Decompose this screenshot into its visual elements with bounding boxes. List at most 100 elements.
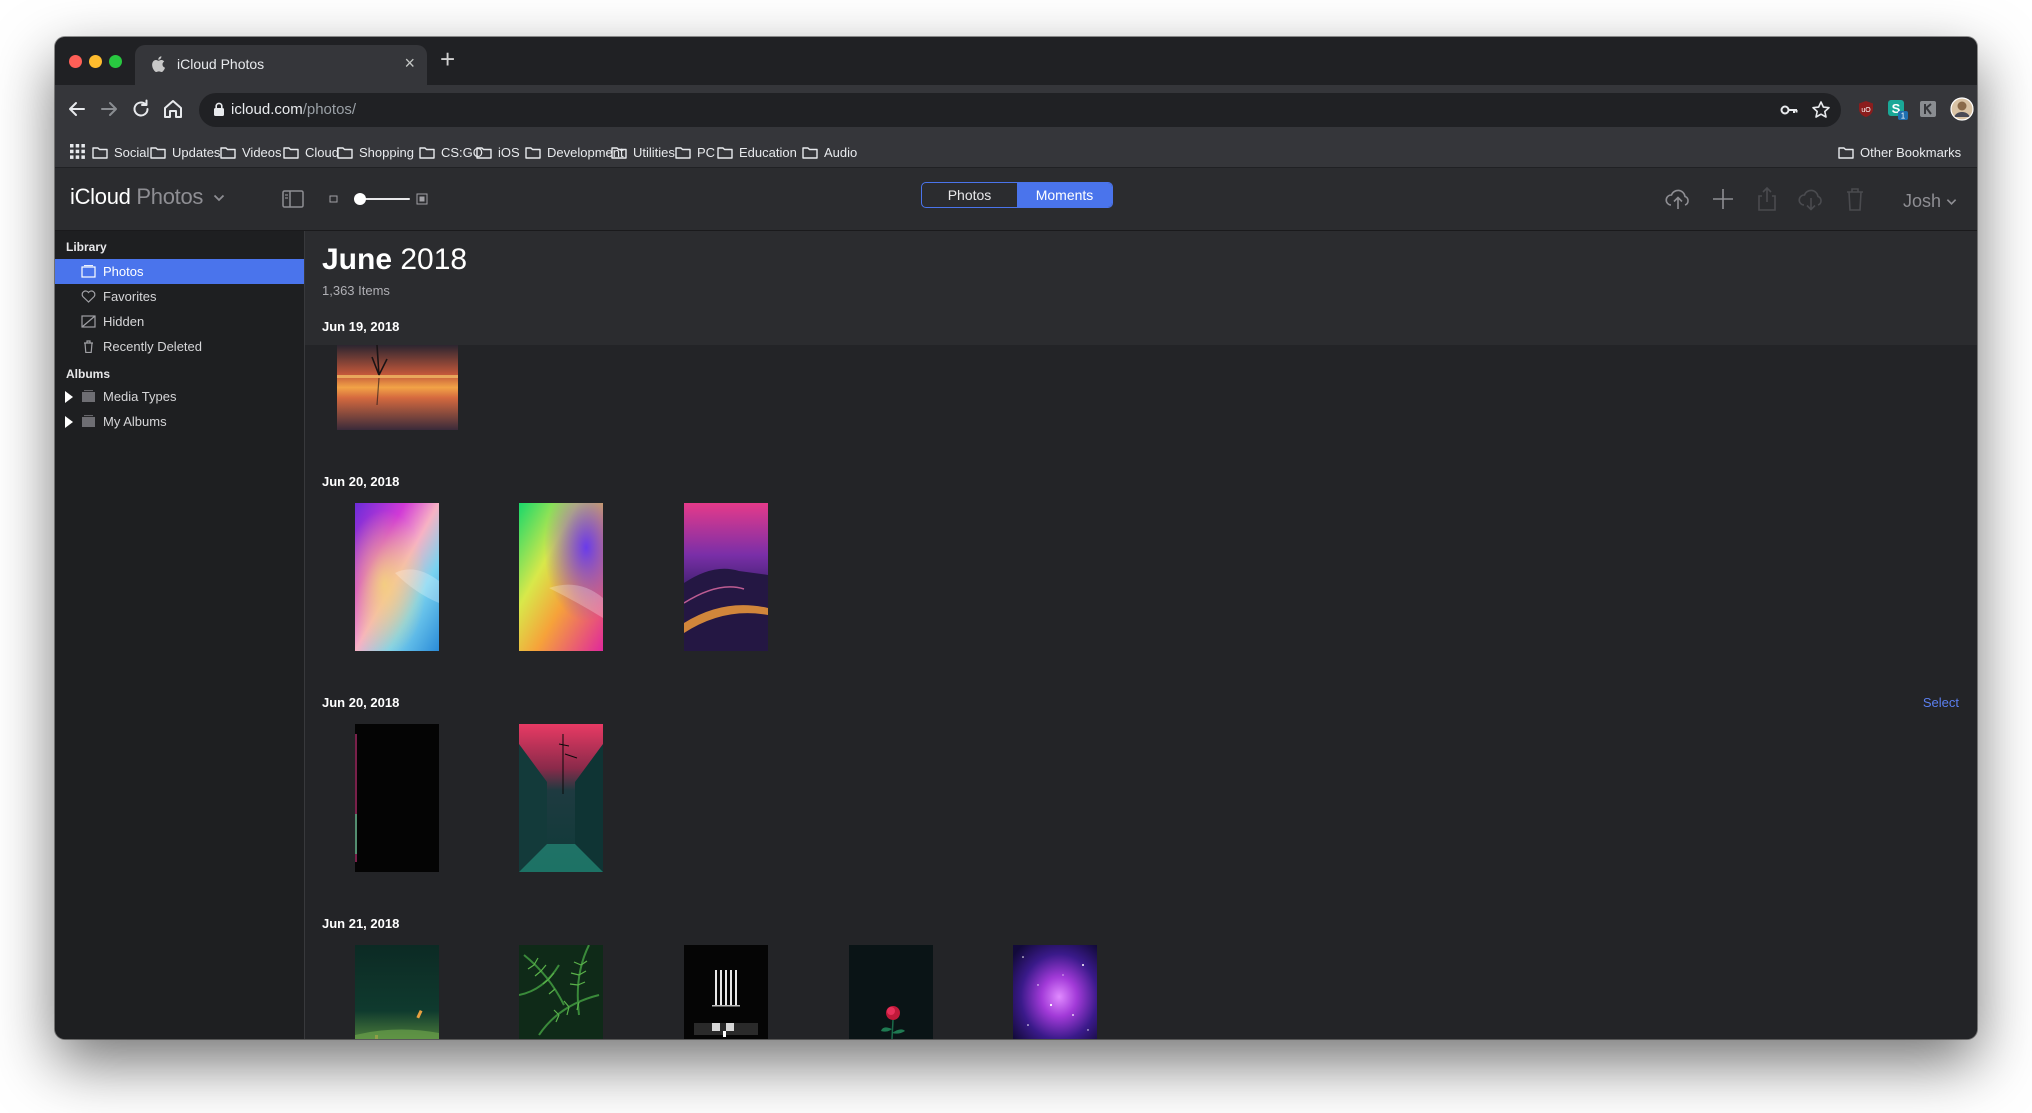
bookmark-updates[interactable]: Updates xyxy=(150,142,220,162)
user-menu[interactable]: Josh xyxy=(1903,191,1957,212)
address-bar[interactable]: icloud.com/photos/ xyxy=(199,93,1841,127)
bookmark-utilities[interactable]: Utilities xyxy=(611,142,675,162)
bookmark-cloud[interactable]: Cloud xyxy=(283,142,339,162)
bookmark-label: Audio xyxy=(824,144,858,160)
sidebar-toggle-icon[interactable] xyxy=(282,190,304,208)
home-icon[interactable] xyxy=(161,97,185,121)
bookmark-development[interactable]: Development xyxy=(525,142,624,162)
item-count: 1,363 Items xyxy=(322,283,390,298)
moment-date: Jun 21, 2018 xyxy=(322,916,400,931)
sidebar-item-favorites[interactable]: Favorites xyxy=(55,284,304,309)
folder-icon xyxy=(675,146,691,159)
user-name: Josh xyxy=(1903,191,1942,211)
sidebar-item-hidden[interactable]: Hidden xyxy=(55,309,304,334)
sidebar-item-my-albums[interactable]: My Albums xyxy=(55,409,304,434)
bookmark-other[interactable]: Other Bookmarks xyxy=(1838,142,1961,162)
ublock-icon[interactable]: uO xyxy=(1855,98,1877,120)
folder-icon xyxy=(717,146,733,159)
browser-tab[interactable]: iCloud Photos × xyxy=(135,45,427,85)
trash-icon xyxy=(1847,188,1863,211)
zoom-window-button[interactable] xyxy=(109,55,122,68)
sidebar-item-label: Favorites xyxy=(103,289,157,304)
sidebar-item-label: My Albums xyxy=(103,414,167,429)
chevron-down-icon xyxy=(213,195,225,202)
trash-icon xyxy=(84,340,93,353)
bookmark-label: Cloud xyxy=(305,144,339,160)
folder-icon xyxy=(802,146,818,159)
star-icon[interactable] xyxy=(1811,100,1831,120)
photo-sunset-lake[interactable] xyxy=(337,345,458,430)
bookmark-pc[interactable]: PC xyxy=(675,142,715,162)
photo-green-field[interactable] xyxy=(355,945,439,1039)
photo-alley-red-sky[interactable] xyxy=(519,724,603,872)
segment-photos[interactable]: Photos xyxy=(922,183,1017,207)
profile-avatar[interactable] xyxy=(1950,97,1974,121)
sidebar-item-label: Photos xyxy=(103,264,144,279)
upload-icon[interactable] xyxy=(1664,185,1692,213)
bookmark-cs-go[interactable]: CS:GO xyxy=(419,142,483,162)
moment-date: Jun 20, 2018 xyxy=(322,474,400,489)
brand-icloud: iCloud xyxy=(70,184,131,209)
reload-icon[interactable] xyxy=(129,97,153,121)
app-header: iCloud Photos Photos Moments Josh xyxy=(55,168,1977,231)
bookmark-social[interactable]: Social xyxy=(92,142,149,162)
photo-rainbow-gradient[interactable] xyxy=(355,503,439,651)
back-icon[interactable] xyxy=(65,97,89,121)
new-tab-button[interactable]: + xyxy=(440,46,455,72)
lock-icon xyxy=(214,102,224,116)
share-icon xyxy=(1758,186,1776,211)
folder-icon xyxy=(1838,146,1854,159)
close-window-button[interactable] xyxy=(69,55,82,68)
photo-galaxy[interactable] xyxy=(1013,945,1097,1039)
sidebar-item-media-types[interactable]: Media Types xyxy=(55,384,304,409)
sidebar-item-photos[interactable]: Photos xyxy=(55,259,304,284)
tab-strip: iCloud Photos × + xyxy=(55,37,1977,85)
url-text: icloud.com/photos/ xyxy=(231,101,356,118)
photo-building-windows[interactable] xyxy=(684,945,768,1039)
extension-k-icon[interactable] xyxy=(1917,98,1939,120)
bookmark-label: Utilities xyxy=(633,144,675,160)
photo-red-rose[interactable] xyxy=(849,945,933,1039)
extension-s-icon[interactable]: S1 xyxy=(1886,98,1908,120)
bookmark-label: Other Bookmarks xyxy=(1860,144,1962,160)
bookmarks-bar: Social Updates Videos Cloud Shopping CS:GO iOS… xyxy=(55,135,1977,168)
photo-neon-gradient[interactable] xyxy=(519,503,603,651)
forward-icon[interactable] xyxy=(97,97,121,121)
bookmark-label: PC xyxy=(697,144,716,160)
bookmark-label: Videos xyxy=(242,144,282,160)
close-tab-icon[interactable]: × xyxy=(404,53,415,74)
minimize-window-button[interactable] xyxy=(89,55,102,68)
library-heading: Library xyxy=(66,240,107,254)
bookmark-shopping[interactable]: Shopping xyxy=(337,142,414,162)
folder-icon xyxy=(337,146,353,159)
bookmark-audio[interactable]: Audio xyxy=(802,142,857,162)
folder-icon xyxy=(150,146,166,159)
view-segmented-control: Photos Moments xyxy=(921,182,1113,208)
bookmark-label: iOS xyxy=(498,144,520,160)
bookmark-education[interactable]: Education xyxy=(717,142,797,162)
photo-black-frame[interactable] xyxy=(355,724,439,872)
album-icon xyxy=(82,415,95,427)
key-icon[interactable] xyxy=(1779,100,1799,120)
month-header: June 2018 1,363 Items Jun 19, 2018 xyxy=(305,231,1977,345)
albums-heading: Albums xyxy=(66,367,111,381)
photo-purple-dunes[interactable] xyxy=(684,503,768,651)
segment-moments[interactable]: Moments xyxy=(1017,183,1112,207)
photos-icon xyxy=(81,265,96,278)
sidebar-item-recently-deleted[interactable]: Recently Deleted xyxy=(55,334,304,359)
photo-fern-leaves[interactable] xyxy=(519,945,603,1039)
heart-icon xyxy=(81,290,96,303)
moment-date: Jun 20, 2018 xyxy=(322,695,400,710)
zoom-slider[interactable] xyxy=(329,189,429,209)
select-button[interactable]: Select xyxy=(1923,695,1959,710)
app-switcher[interactable]: iCloud Photos xyxy=(70,184,225,210)
bookmark-label: Social xyxy=(114,144,150,160)
disclosure-triangle-icon[interactable] xyxy=(65,415,73,428)
bookmark-ios[interactable]: iOS xyxy=(476,142,520,162)
bookmark-label: Updates xyxy=(172,144,221,160)
folder-icon xyxy=(92,146,108,159)
bookmark-videos[interactable]: Videos xyxy=(220,142,282,162)
apps-grid-icon[interactable] xyxy=(70,144,85,159)
add-icon[interactable] xyxy=(1709,185,1737,213)
disclosure-triangle-icon[interactable] xyxy=(65,390,73,403)
